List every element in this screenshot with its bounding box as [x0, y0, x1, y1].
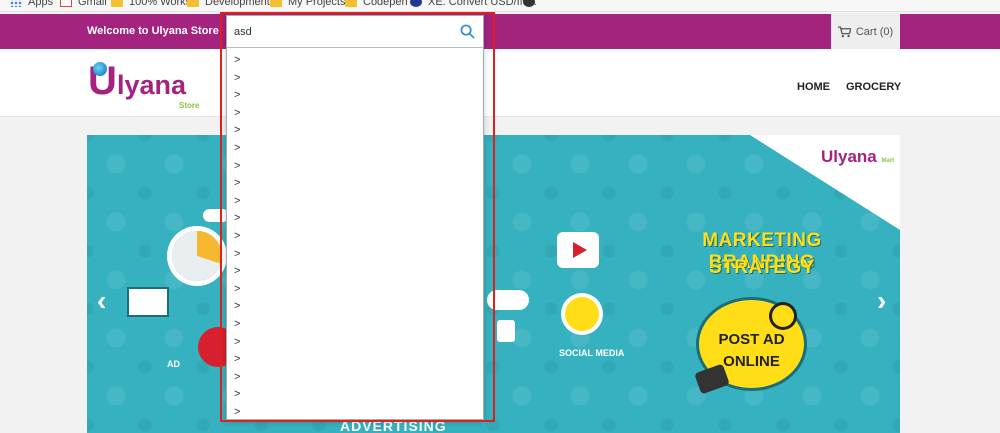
suggestion-item[interactable]: > — [227, 87, 483, 105]
money-bag-icon — [565, 297, 599, 331]
top-bar: Welcome to Ulyana Store Cart (0) — [0, 14, 1000, 49]
bookmark-github[interactable] — [523, 0, 541, 9]
lightbulb-icon — [772, 305, 794, 327]
suggestion-item[interactable]: > — [227, 246, 483, 264]
suggestion-item[interactable]: > — [227, 122, 483, 140]
carousel-next-button[interactable]: › — [877, 285, 886, 317]
thumbs-up-icon — [497, 320, 515, 342]
suggestion-item[interactable]: > — [227, 193, 483, 211]
bookmark-gmail[interactable]: Gmail — [60, 0, 107, 9]
apps-grid-icon — [10, 0, 22, 7]
carousel-prev-button[interactable]: ‹ — [97, 285, 106, 317]
suggestion-item[interactable]: > — [227, 210, 483, 228]
suggestion-item[interactable]: > — [227, 263, 483, 281]
suggestion-item[interactable]: > — [227, 404, 483, 422]
suggestion-item[interactable]: > — [227, 140, 483, 158]
xe-icon — [410, 0, 422, 7]
folder-icon — [111, 0, 123, 7]
bookmark-xe-convert[interactable]: XE: Convert USD/IN... — [410, 0, 537, 9]
welcome-text: Welcome to Ulyana Store — [87, 25, 219, 37]
banner-headline-2: STRATEGY — [708, 257, 816, 278]
github-icon — [523, 0, 535, 7]
logo-name: lyana — [117, 70, 187, 100]
suggestion-item[interactable]: > — [227, 369, 483, 387]
bookmark-100-works[interactable]: 100% Works — [111, 0, 191, 9]
suggestion-item[interactable]: > — [227, 158, 483, 176]
folder-icon — [270, 0, 282, 7]
banner-corner-logo: Ulyana Mart — [821, 147, 895, 166]
hero-banner: Ulyana Mart SOCIAL MEDIA AD ADVERTISING … — [87, 135, 900, 433]
ad-label: AD — [167, 359, 180, 369]
suggestion-item[interactable]: > — [227, 316, 483, 334]
bookmark-apps[interactable]: Apps — [10, 0, 53, 9]
suggestion-item[interactable]: > — [227, 105, 483, 123]
bubble-text-1: POST AD — [718, 331, 785, 348]
suggestion-item[interactable]: > — [227, 175, 483, 193]
suggestion-item[interactable]: > — [227, 228, 483, 246]
bookmark-development[interactable]: Development — [187, 0, 270, 9]
suggestion-item[interactable]: > — [227, 70, 483, 88]
suggestion-item[interactable]: > — [227, 298, 483, 316]
gmail-icon — [60, 0, 72, 7]
cloud-icon — [487, 290, 529, 310]
suggestion-list: > > > > > > > > > > > > > > > > > > > > … — [227, 52, 483, 421]
logo-tagline: Store — [179, 101, 200, 110]
video-play-icon — [557, 232, 599, 268]
nav-grocery[interactable]: GROCERY — [846, 81, 901, 93]
cart-label: Cart (0) — [855, 25, 894, 38]
cart-button[interactable]: Cart (0) — [831, 14, 900, 49]
site-header: U lyana Store HOME GROCERY — [0, 49, 1000, 117]
pie-chart-icon — [172, 231, 222, 281]
bookmark-codepen[interactable]: Codepen — [345, 0, 408, 9]
globe-icon — [93, 62, 107, 76]
suggestion-item[interactable]: > — [227, 351, 483, 369]
bookmark-my-projects[interactable]: My Projects — [270, 0, 345, 9]
search-bar — [227, 16, 483, 48]
nav-home[interactable]: HOME — [797, 81, 830, 93]
site-logo[interactable]: U lyana Store — [88, 57, 208, 112]
folder-icon — [345, 0, 357, 7]
suggestion-item[interactable]: > — [227, 334, 483, 352]
suggestion-item[interactable]: > — [227, 386, 483, 404]
search-icon[interactable] — [460, 24, 475, 39]
search-input[interactable] — [230, 19, 455, 45]
suggestion-item[interactable]: > — [227, 281, 483, 299]
folder-icon — [187, 0, 199, 7]
search-autocomplete: > > > > > > > > > > > > > > > > > > > > … — [226, 15, 484, 420]
cart-icon — [837, 25, 851, 37]
newspaper-icon — [127, 287, 169, 317]
suggestion-item[interactable]: > — [227, 52, 483, 70]
social-media-label: SOCIAL MEDIA — [559, 348, 625, 358]
bookmarks-bar: Apps Gmail 100% Works Development My Pro… — [0, 0, 1000, 12]
